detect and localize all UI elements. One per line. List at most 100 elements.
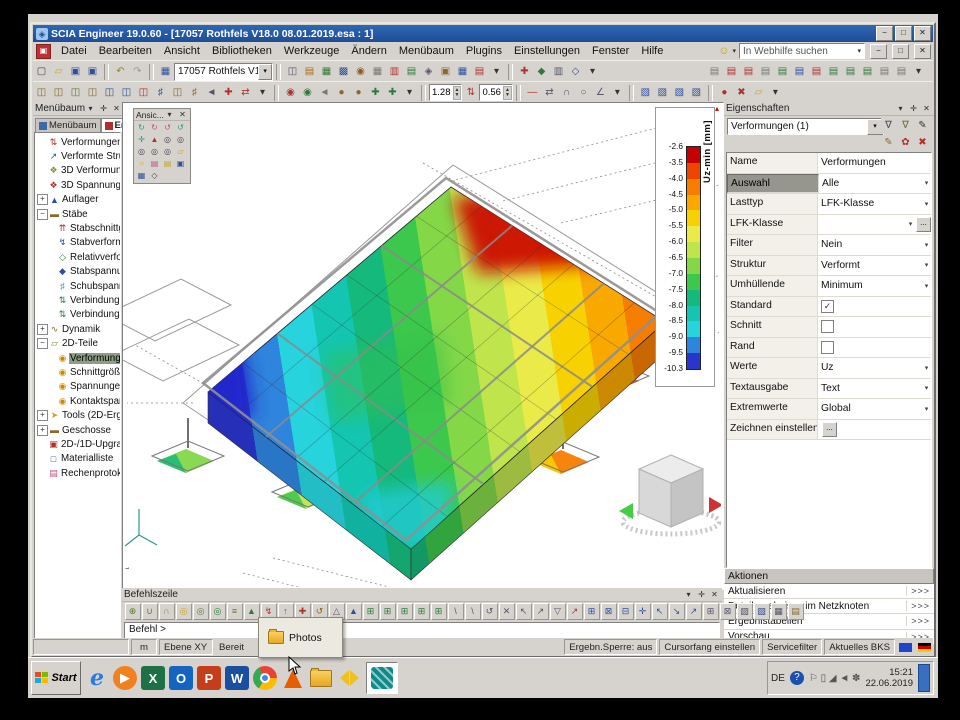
toolbar-icon[interactable]: ↗ — [533, 603, 549, 620]
toolbar-icon[interactable]: ▤ — [162, 158, 174, 170]
property-label[interactable]: Standard — [727, 297, 818, 317]
toolbar-icon[interactable]: ▾ — [609, 85, 625, 101]
restore-button[interactable]: □ — [895, 26, 912, 41]
action-aktualisieren[interactable]: Aktualisieren>>> — [724, 584, 934, 599]
property-value[interactable]: Text▾ — [818, 379, 931, 399]
chevron-down-icon[interactable]: ▾ — [906, 220, 915, 228]
toolbar-icon[interactable]: ◫ — [34, 85, 50, 101]
tree-item-auflager[interactable]: +▲Auflager — [35, 193, 120, 207]
action-arrow[interactable]: >>> — [906, 586, 934, 596]
internet-explorer-icon[interactable]: e — [85, 666, 109, 690]
toolbar-icon[interactable]: \ — [465, 603, 481, 620]
scia-engineer-taskbar-icon[interactable] — [366, 662, 398, 694]
mdi-close-button[interactable]: ✕ — [914, 44, 931, 59]
tree-item-relativverformung[interactable]: ◇Relativverformung — [35, 250, 120, 264]
toolbar-icon[interactable]: ↷ — [130, 64, 146, 80]
toolbar-icon[interactable]: ◉ — [300, 85, 316, 101]
property-label[interactable]: LFK-Klasse — [727, 215, 818, 235]
toolbar-icon[interactable]: ⇄ — [541, 85, 557, 101]
toolbar-icon[interactable]: ∪ — [142, 603, 158, 620]
toolbar-icon[interactable]: ▤ — [826, 64, 842, 80]
property-label[interactable]: Lasttyp — [727, 194, 818, 214]
toolbar-icon[interactable]: ◫ — [285, 64, 301, 80]
tree-item-schnittgrößen[interactable]: ◉Schnittgrößen — [35, 365, 120, 379]
show-desktop-widget[interactable] — [918, 664, 930, 692]
toolbar-icon[interactable]: ◎ — [149, 146, 161, 158]
toolbar-icon[interactable]: ◇ — [568, 64, 584, 80]
chevron-down-icon[interactable]: ▾ — [683, 590, 694, 599]
tree-item-dynamik[interactable]: +∿Dynamik — [35, 322, 120, 336]
toolbar-icon[interactable]: ◫ — [85, 85, 101, 101]
toolbar-icon[interactable]: ▦ — [136, 170, 148, 182]
toolbar-icon[interactable]: ◫ — [170, 85, 186, 101]
toolbar-icon[interactable]: ● — [334, 85, 350, 101]
toolbar-icon[interactable]: ∇ — [898, 118, 914, 134]
toolbar-icon[interactable]: ▢ — [34, 64, 50, 80]
tree-item-stabverformungen[interactable]: ↯Stabverformungen — [35, 236, 120, 250]
property-value[interactable]: Minimum▾ — [818, 276, 931, 296]
toolbar-icon[interactable]: ↖ — [652, 603, 668, 620]
chevron-down-icon[interactable]: ▾ — [922, 241, 931, 249]
toolbar-icon[interactable]: ▾ — [767, 85, 783, 101]
toolbar-icon[interactable]: ⊞ — [584, 603, 600, 620]
chevron-down-icon[interactable]: ▾ — [85, 104, 96, 113]
property-label[interactable]: Textausgabe — [727, 379, 818, 399]
chevron-down-icon[interactable]: ▾ — [258, 64, 272, 80]
toolbar-icon[interactable]: ▦ — [771, 603, 787, 620]
mdi-restore-button[interactable]: □ — [892, 44, 909, 59]
tree-expander[interactable]: − — [37, 209, 48, 220]
toolbar-icon[interactable]: ⊞ — [703, 603, 719, 620]
chevron-down-icon[interactable]: ▾ — [922, 405, 931, 413]
toolbar-icon[interactable]: ✚ — [517, 64, 533, 80]
title-bar[interactable]: ◈ SCIA Engineer 19.0.60 - [17057 Rothfel… — [33, 25, 933, 42]
toolbar-icon[interactable]: ▥ — [387, 64, 403, 80]
photos-popup[interactable]: Photos — [258, 617, 343, 658]
toolbar-icon[interactable]: ◄ — [204, 85, 220, 101]
toolbar-icon[interactable]: ✎ — [881, 135, 897, 151]
toolbar-icon[interactable]: ↖ — [516, 603, 532, 620]
minimize-button[interactable]: − — [876, 26, 893, 41]
toolbar-icon[interactable]: ◎ — [176, 603, 192, 620]
toolbar-icon[interactable]: ✿ — [898, 135, 914, 151]
toolbar-icon[interactable]: ◫ — [102, 85, 118, 101]
toolbar-icon[interactable]: ▤ — [877, 64, 893, 80]
tree-item-3d-verformungen[interactable]: ❖3D Verformungen — [35, 164, 120, 178]
word-icon[interactable]: W — [225, 666, 249, 690]
toolbar-icon[interactable]: ▤ — [775, 64, 791, 80]
media-player-icon[interactable]: ▶ — [113, 666, 137, 690]
property-label[interactable]: Struktur — [727, 256, 818, 276]
toolbar-icon[interactable]: — — [524, 85, 540, 101]
toolbar-icon[interactable]: ✖ — [733, 85, 749, 101]
ellipsis-button[interactable]: ... — [822, 422, 837, 437]
toolbar-icon[interactable]: ⊞ — [380, 603, 396, 620]
toolbar-icon[interactable]: ▲ — [346, 603, 362, 620]
menu-einstellungen[interactable]: Einstellungen — [508, 43, 586, 59]
property-label[interactable]: Rand — [727, 338, 818, 358]
tree-item-stabschnittgrößen[interactable]: ⇈Stabschnittgrößen — [35, 221, 120, 235]
property-label[interactable]: Name — [727, 153, 818, 173]
tree-item-geschosse[interactable]: +▬Geschosse — [35, 423, 120, 437]
tree-expander[interactable]: + — [37, 194, 48, 205]
tree-item-verbindungskräfte[interactable]: ⇅Verbindungskräfte — [35, 308, 120, 322]
property-label[interactable]: Zeichnen einstellen 2D — [727, 420, 818, 440]
toolbar-icon[interactable]: ◇ — [149, 170, 161, 182]
toolbar-icon[interactable]: ▤ — [149, 158, 161, 170]
toolbar-icon[interactable]: ▣ — [175, 158, 187, 170]
toolbar-icon[interactable]: ◎ — [162, 134, 174, 146]
tree-item-verformungen[interactable]: ⇅Verformungen — [35, 135, 120, 149]
menu-hilfe[interactable]: Hilfe — [635, 43, 669, 59]
toolbar-icon[interactable]: ↗ — [567, 603, 583, 620]
property-value[interactable] — [818, 317, 931, 337]
toolbar-icon[interactable]: ✚ — [385, 85, 401, 101]
start-button[interactable]: Start — [31, 661, 81, 695]
toolbar-icon[interactable]: ▤ — [472, 64, 488, 80]
toolbar-icon[interactable]: ▣ — [438, 64, 454, 80]
status-units[interactable]: m — [131, 639, 157, 655]
feedback-smiley-icon[interactable]: ☺ — [718, 45, 729, 57]
toolbar-icon[interactable]: ✎ — [915, 118, 931, 134]
tree-item-3d-spannungen[interactable]: ❖3D Spannungen — [35, 178, 120, 192]
menu-menübaum[interactable]: Menübaum — [393, 43, 460, 59]
toolbar-icon[interactable]: ◎ — [175, 134, 187, 146]
toolbar-icon[interactable]: ◎ — [193, 603, 209, 620]
tab-menubaum[interactable]: Menübaum — [35, 118, 101, 132]
